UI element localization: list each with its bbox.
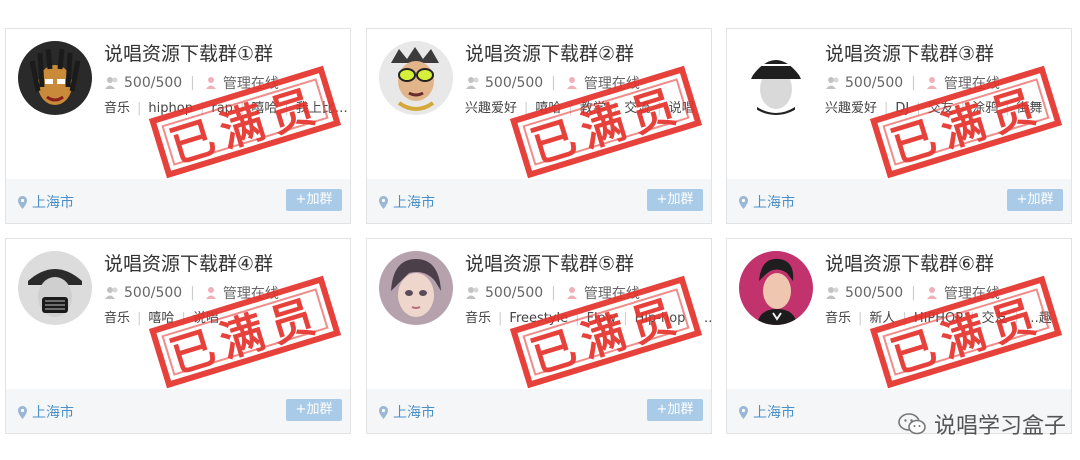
join-group-button[interactable]: +加群 xyxy=(286,399,342,421)
divider: | xyxy=(190,75,195,91)
avatar xyxy=(379,251,453,325)
admin-icon xyxy=(566,77,577,89)
location-pin-icon xyxy=(18,195,27,209)
group-card-5[interactable]: 说唱资源下载群⑤群 500/500 | 管理在线 音乐 | Freestyle | Fl… xyxy=(366,238,712,434)
location[interactable]: 上海市 xyxy=(739,192,795,212)
anime-girl-icon xyxy=(379,251,453,325)
join-group-button[interactable]: +加群 xyxy=(647,399,703,421)
group-title[interactable]: 说唱资源下载群⑥群 xyxy=(825,249,994,276)
tag: 兴趣爱好 xyxy=(465,101,518,116)
admin-icon xyxy=(926,287,937,299)
group-card-3[interactable]: 说唱资源下载群③群 500/500 | 管理在线 兴趣爱好 | DJ | 交友 | 涂鸦 | 街… xyxy=(726,28,1072,224)
join-group-button[interactable]: +加群 xyxy=(286,189,342,211)
avatar xyxy=(739,41,813,115)
location-text: 上海市 xyxy=(32,405,74,421)
watermark: 说唱学习盒子 xyxy=(898,408,1066,440)
card-footer: 上海市 +加群 xyxy=(727,179,1071,223)
masked-rapper-icon xyxy=(18,251,92,325)
admin-icon xyxy=(205,77,216,89)
group-title[interactable]: 说唱资源下载群⑤群 xyxy=(465,249,634,276)
location-text: 上海市 xyxy=(393,405,435,421)
divider: | xyxy=(551,75,556,91)
members-icon xyxy=(466,287,479,299)
members-icon xyxy=(826,287,839,299)
pink-portrait-icon xyxy=(739,251,813,325)
member-count: 500/500 xyxy=(845,285,904,301)
members-icon xyxy=(105,287,118,299)
avatar xyxy=(379,41,453,115)
member-count: 500/500 xyxy=(845,75,904,91)
tag: 音乐 xyxy=(825,311,852,326)
join-group-button[interactable]: +加群 xyxy=(1007,189,1063,211)
avatar xyxy=(18,251,92,325)
tag: 兴趣爱好 xyxy=(825,101,878,116)
location[interactable]: 上海市 xyxy=(18,402,74,422)
divider: | xyxy=(551,285,556,301)
location[interactable]: 上海市 xyxy=(739,402,795,422)
cap-portrait-icon xyxy=(739,41,813,115)
member-count: 500/500 xyxy=(124,75,183,91)
tag: 音乐 xyxy=(465,311,492,326)
location[interactable]: 上海市 xyxy=(379,402,435,422)
group-card-6[interactable]: 说唱资源下载群⑥群 500/500 | 管理在线 音乐 | 新人 | HIPHOP | 交友… xyxy=(726,238,1072,434)
location-text: 上海市 xyxy=(393,195,435,211)
location-pin-icon xyxy=(379,405,388,419)
group-card-4[interactable]: 说唱资源下载群④群 500/500 | 管理在线 音乐 | 嘻哈 | 说唱 已满员 上海… xyxy=(5,238,351,434)
divider: | xyxy=(190,285,195,301)
avatar xyxy=(18,41,92,115)
dreadlocks-portrait-icon xyxy=(18,41,92,115)
location[interactable]: 上海市 xyxy=(379,192,435,212)
watermark-text: 说唱学习盒子 xyxy=(933,414,1066,439)
tag: 音乐 xyxy=(104,101,131,116)
group-title[interactable]: 说唱资源下载群④群 xyxy=(104,249,273,276)
member-count: 500/500 xyxy=(124,285,183,301)
location-pin-icon xyxy=(739,405,748,419)
admin-icon xyxy=(926,77,937,89)
members-icon xyxy=(466,77,479,89)
location[interactable]: 上海市 xyxy=(18,192,74,212)
card-footer: 上海市 +加群 xyxy=(367,389,711,433)
member-count: 500/500 xyxy=(485,75,544,91)
admin-icon xyxy=(566,287,577,299)
location-pin-icon xyxy=(18,405,27,419)
tag: … xyxy=(704,311,711,326)
card-footer: 上海市 +加群 xyxy=(6,179,350,223)
group-title[interactable]: 说唱资源下载群③群 xyxy=(825,39,994,66)
location-pin-icon xyxy=(739,195,748,209)
members-icon xyxy=(826,77,839,89)
group-card-2[interactable]: 说唱资源下载群②群 500/500 | 管理在线 兴趣爱好 | 嘻哈 | 教学 | 交流 | 说… xyxy=(366,28,712,224)
divider: | xyxy=(911,75,916,91)
location-pin-icon xyxy=(379,195,388,209)
join-group-button[interactable]: +加群 xyxy=(647,189,703,211)
admin-icon xyxy=(205,287,216,299)
members-icon xyxy=(105,77,118,89)
divider: | xyxy=(911,285,916,301)
location-text: 上海市 xyxy=(753,405,795,421)
card-footer: 上海市 +加群 xyxy=(6,389,350,433)
card-footer: 上海市 +加群 xyxy=(367,179,711,223)
avatar xyxy=(739,251,813,325)
group-card-1[interactable]: 说唱资源下载群①群 500/500 | 管理在线 音乐 | hiphop | rap | 嘻… xyxy=(5,28,351,224)
group-title[interactable]: 说唱资源下载群②群 xyxy=(465,39,634,66)
wechat-icon xyxy=(898,413,926,435)
group-title[interactable]: 说唱资源下载群①群 xyxy=(104,39,273,66)
sunglasses-cartoon-icon xyxy=(379,41,453,115)
tag: 音乐 xyxy=(104,311,131,326)
location-text: 上海市 xyxy=(753,195,795,211)
member-count: 500/500 xyxy=(485,285,544,301)
location-text: 上海市 xyxy=(32,195,74,211)
